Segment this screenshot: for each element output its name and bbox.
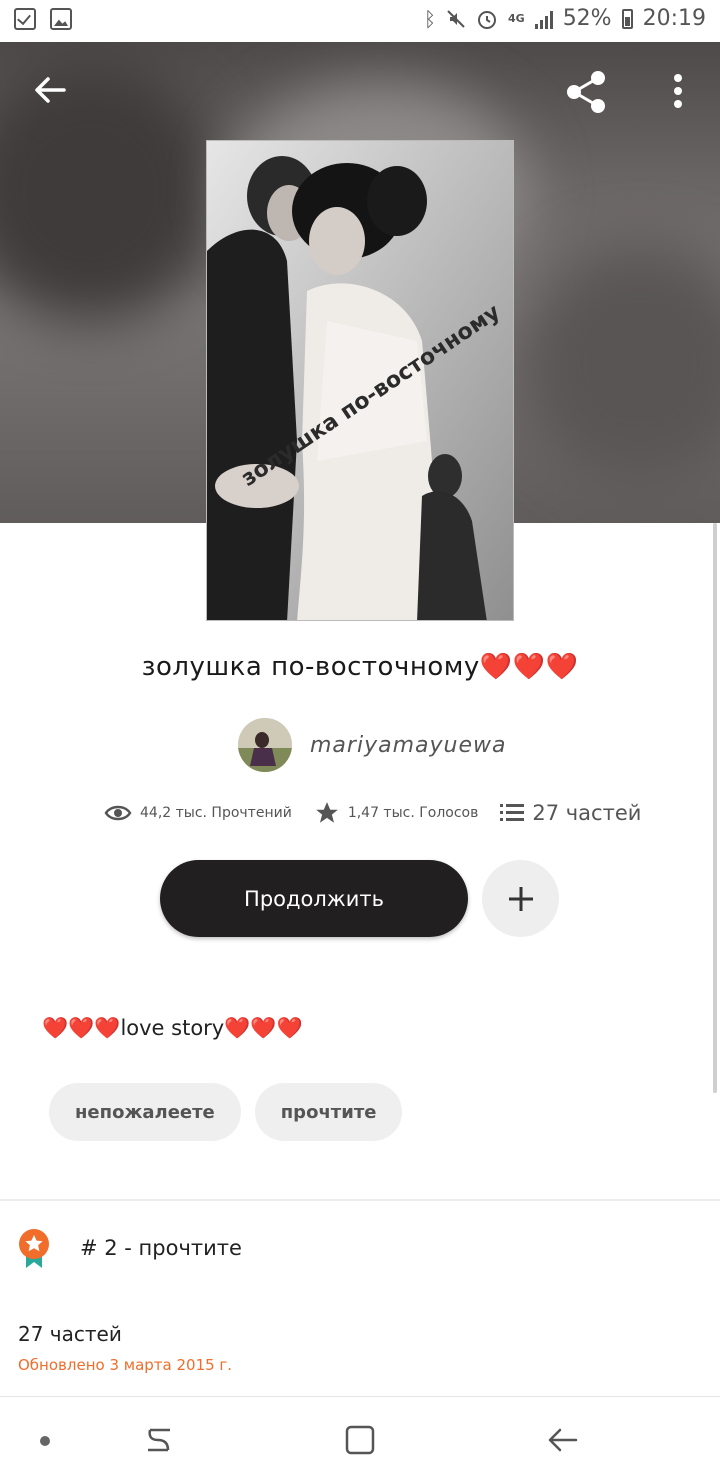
network-type: 4G	[508, 12, 525, 25]
star-icon	[315, 802, 338, 823]
avatar	[238, 718, 292, 772]
scrollbar[interactable]	[713, 523, 717, 1093]
system-nav-bar	[0, 1400, 720, 1480]
arrow-left-icon	[35, 77, 66, 103]
votes-count: 1,47 тыс. Голосов	[347, 805, 479, 821]
share-button[interactable]	[560, 66, 612, 118]
more-vertical-icon	[674, 74, 682, 108]
checklist-icon	[14, 8, 36, 30]
bluetooth-icon: ᛒ	[424, 6, 436, 31]
battery-percent: 52%	[562, 6, 612, 31]
continue-reading-button[interactable]: Продолжить	[160, 860, 468, 937]
list-icon	[500, 804, 525, 821]
more-options-button[interactable]	[660, 66, 696, 118]
nav-dot-icon[interactable]	[40, 1436, 50, 1446]
divider	[0, 1199, 720, 1201]
author-row[interactable]: mariyamayuewa	[238, 718, 506, 772]
back-button[interactable]	[26, 66, 74, 114]
parts-count-stat: 27 частей	[532, 801, 642, 825]
clock: 20:19	[642, 6, 706, 31]
recent-apps-icon[interactable]	[144, 1424, 174, 1456]
story-title: золушка по-восточному❤️❤️❤️	[141, 652, 579, 682]
votes-stat: 1,47 тыс. Голосов	[314, 800, 479, 826]
add-to-library-button[interactable]	[482, 860, 559, 937]
reads-stat: 44,2 тыс. Прочтений	[104, 803, 292, 823]
story-description: ❤️❤️❤️love story❤️❤️❤️	[42, 1016, 303, 1040]
battery-icon	[621, 8, 633, 29]
updated-date: Обновлено 3 марта 2015 г.	[18, 1356, 233, 1374]
status-bar: ᛒ 4G 52% 20:19	[0, 0, 720, 42]
author-name: mariyamayuewa	[310, 732, 507, 758]
home-icon[interactable]	[344, 1424, 376, 1456]
tags-list: непожалеете прочтите	[49, 1083, 403, 1141]
mute-icon	[447, 9, 465, 28]
ranking-row[interactable]: # 2 - прочтите	[18, 1228, 242, 1268]
ranking-text: # 2 - прочтите	[80, 1236, 242, 1260]
alarm-icon	[478, 10, 496, 29]
cover-image	[207, 141, 513, 620]
ranking-badge-icon	[19, 1229, 49, 1268]
story-stats: 44,2 тыс. Прочтений 1,47 тыс. Голосов 27…	[104, 800, 641, 826]
parts-stat[interactable]: 27 частей	[500, 801, 641, 825]
reads-count: 44,2 тыс. Прочтений	[140, 805, 292, 821]
gallery-icon	[50, 8, 72, 30]
table-of-contents-count[interactable]: 27 частей	[18, 1322, 122, 1346]
tag-chip[interactable]: непожалеете	[49, 1083, 241, 1141]
tag-chip[interactable]: прочтите	[254, 1083, 403, 1141]
plus-icon	[508, 886, 533, 911]
story-cover[interactable]: золушка по-восточному	[206, 140, 514, 621]
nav-back-icon[interactable]	[546, 1424, 578, 1456]
eye-icon	[104, 805, 132, 821]
divider	[0, 1396, 720, 1397]
signal-icon	[534, 9, 553, 29]
share-icon	[567, 71, 605, 113]
